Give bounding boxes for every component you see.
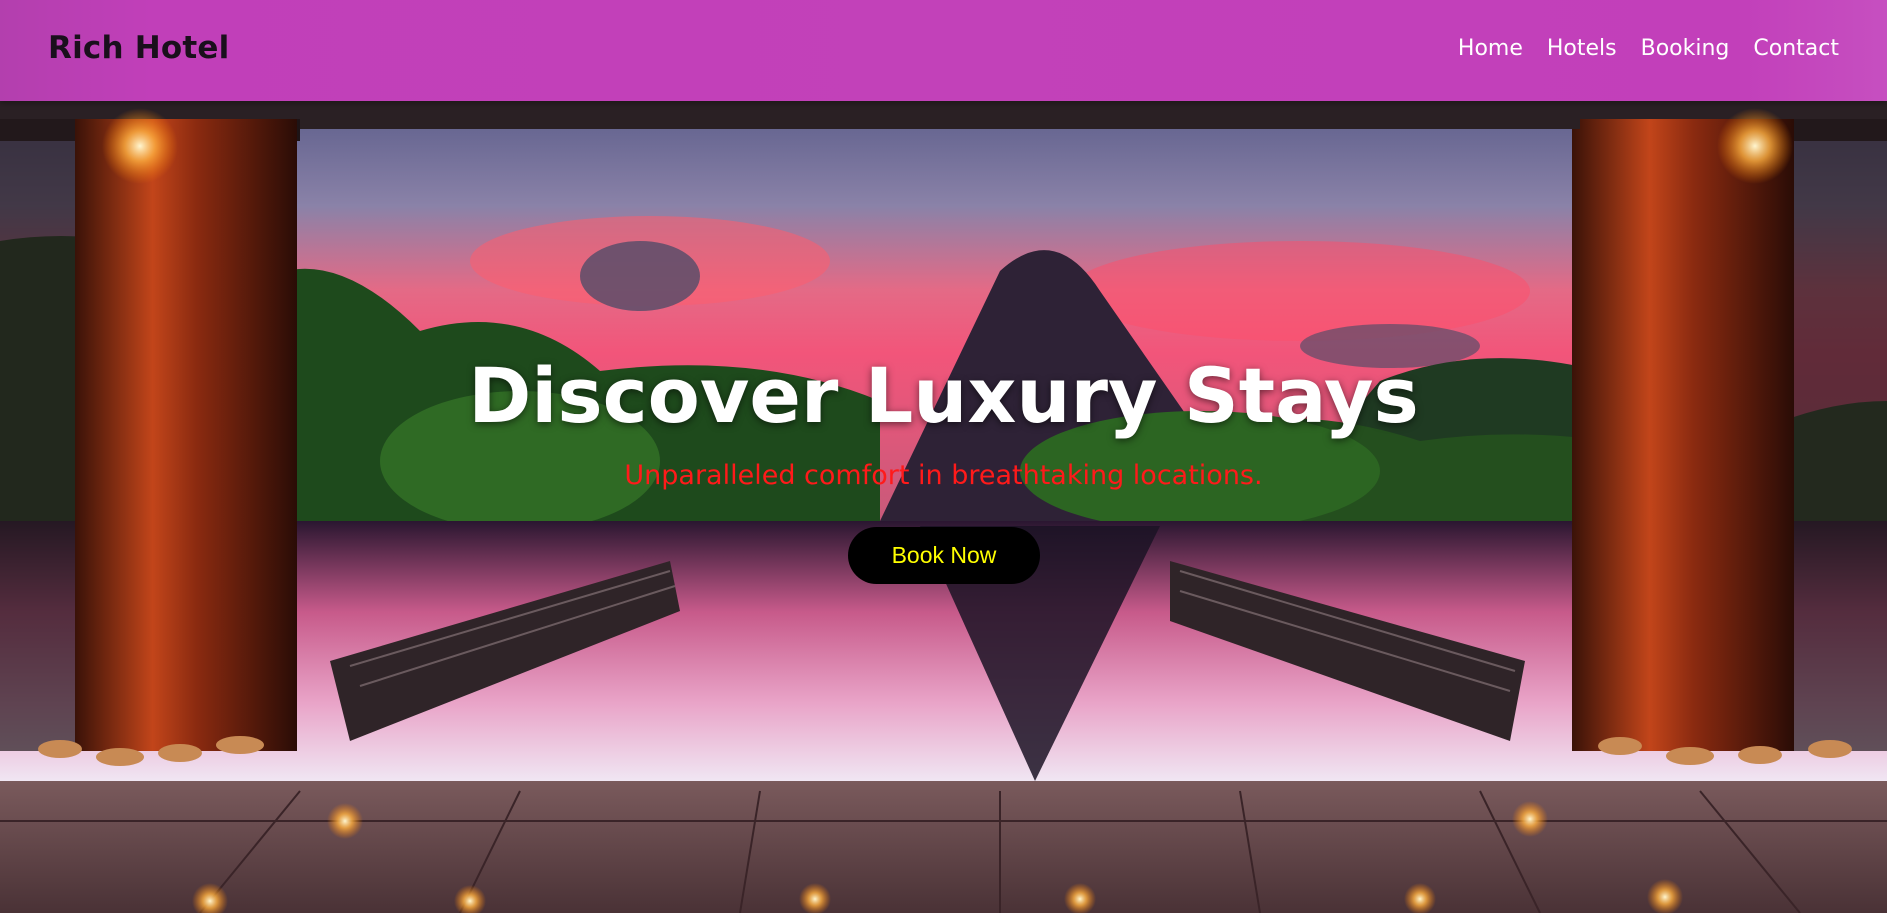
nav-link-booking[interactable]: Booking [1641, 36, 1730, 61]
nav-link-contact[interactable]: Contact [1753, 36, 1839, 61]
nav-link-home[interactable]: Home [1458, 36, 1523, 61]
main-nav: Home Hotels Booking Contact [1458, 36, 1839, 61]
hero-subtitle: Unparalleled comfort in breathtaking loc… [624, 460, 1263, 491]
hero-content: Discover Luxury Stays Unparalleled comfo… [0, 101, 1887, 913]
brand-logo[interactable]: Rich Hotel [48, 30, 229, 66]
nav-link-hotels[interactable]: Hotels [1547, 36, 1617, 61]
hero-title: Discover Luxury Stays [468, 351, 1419, 440]
book-now-button[interactable]: Book Now [848, 527, 1040, 584]
navbar: Rich Hotel Home Hotels Booking Contact [0, 0, 1887, 101]
